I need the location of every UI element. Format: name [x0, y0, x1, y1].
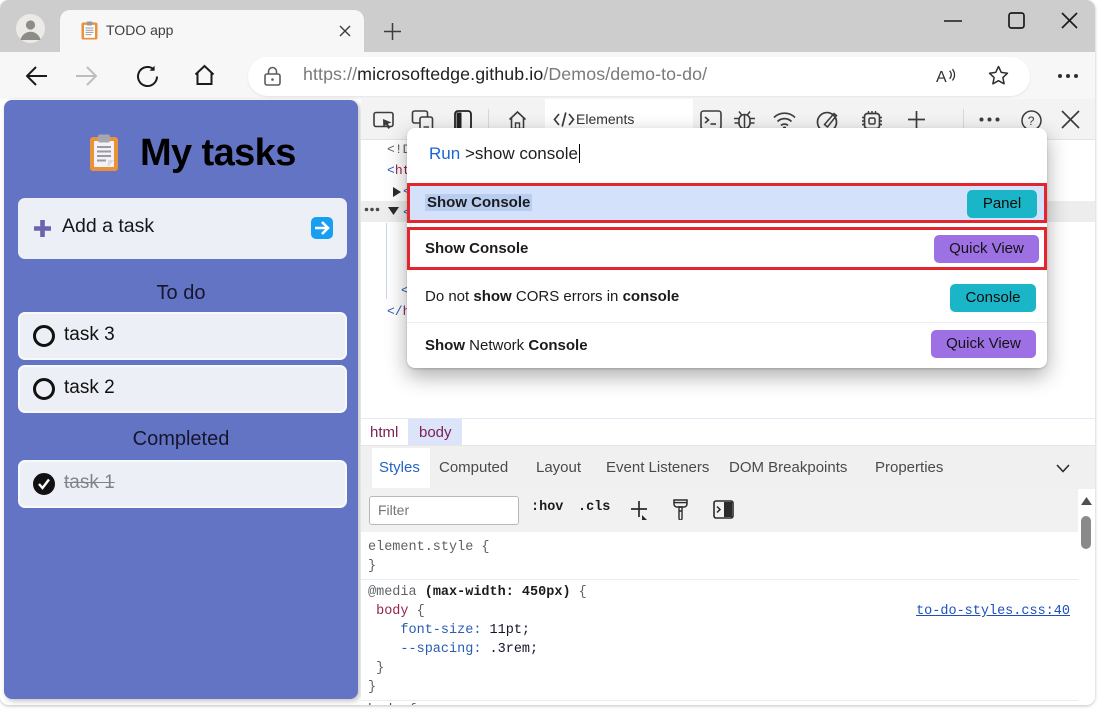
svg-text:A: A: [936, 69, 947, 86]
svg-text:?: ?: [1028, 114, 1035, 128]
